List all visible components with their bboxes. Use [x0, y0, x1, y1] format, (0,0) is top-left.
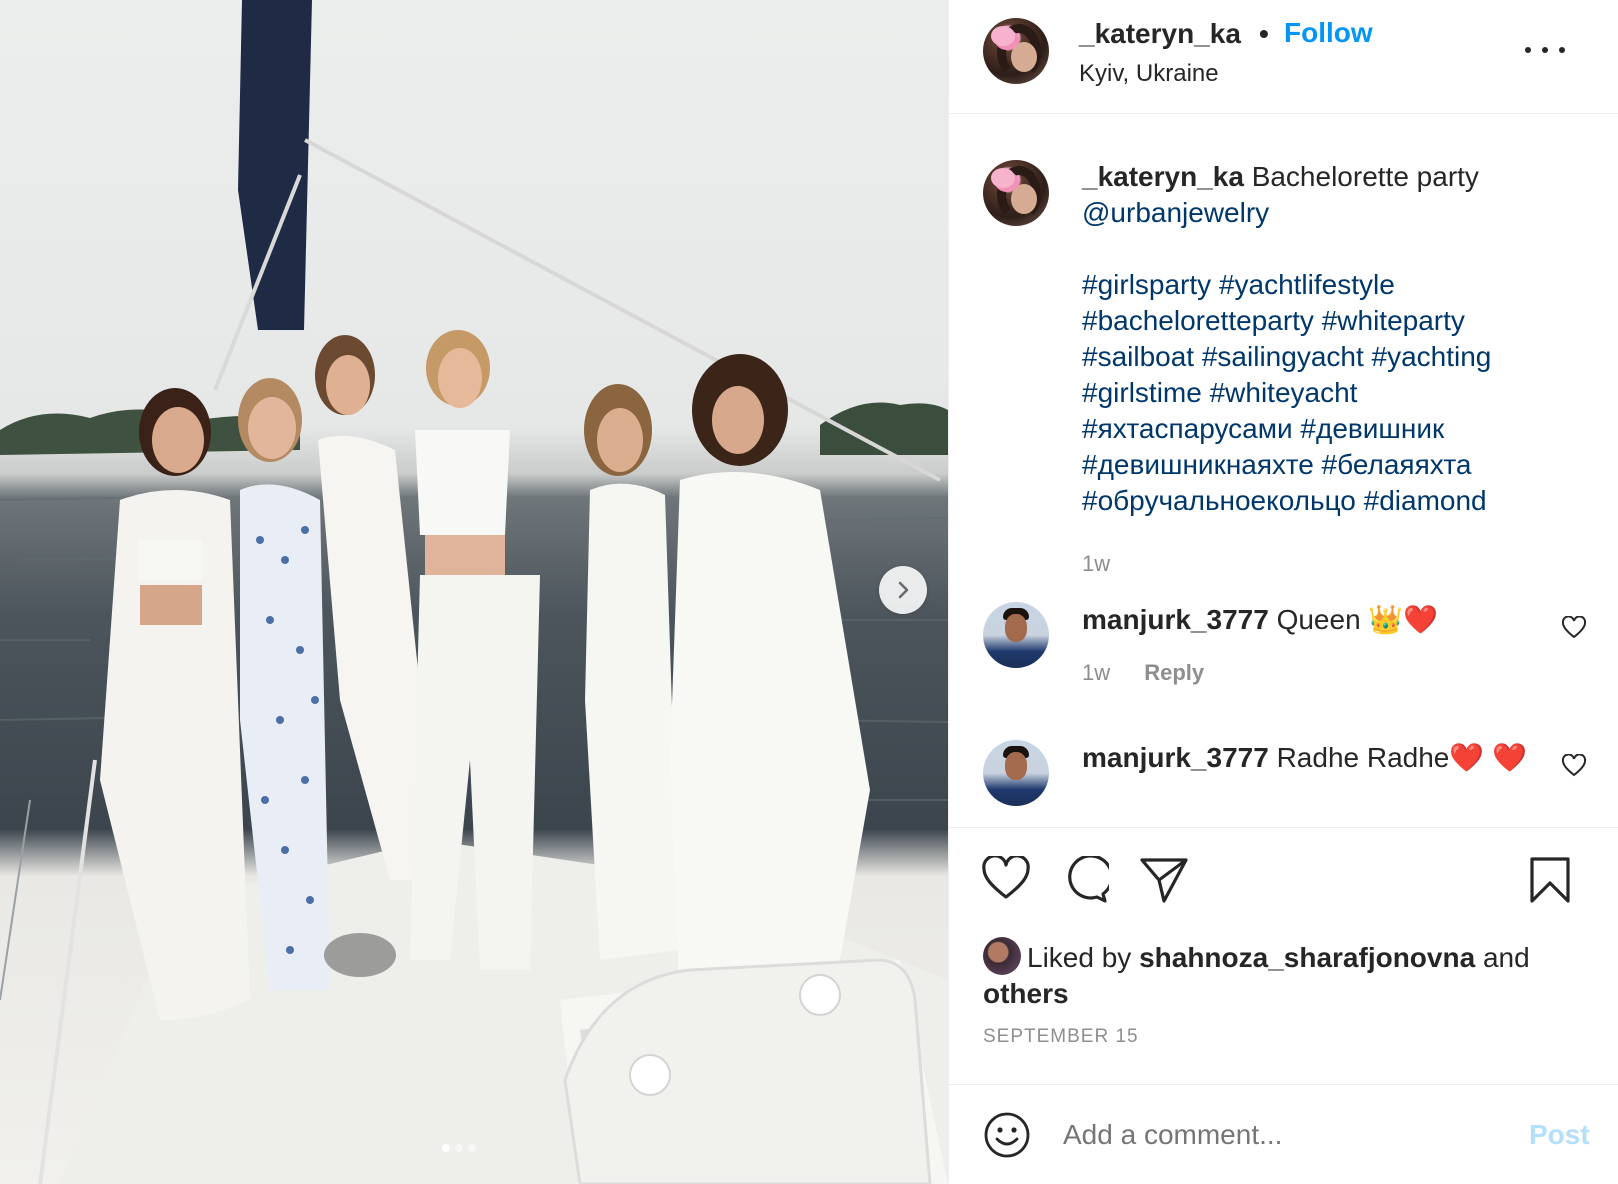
share-send-icon[interactable] — [1139, 856, 1189, 904]
commenter-avatar[interactable] — [983, 602, 1049, 668]
likes-prefix: Liked by — [1027, 942, 1132, 973]
yacht-party-image — [0, 0, 948, 1184]
post-date[interactable]: SEPTEMBER 15 — [983, 1026, 1139, 1048]
more-options-icon[interactable] — [1525, 38, 1565, 62]
header-separator: • — [1259, 18, 1269, 49]
add-comment-bar: Post — [949, 1084, 1618, 1184]
liker-avatar[interactable] — [983, 937, 1021, 975]
comment-like-icon[interactable] — [1561, 754, 1587, 778]
commenter-avatar[interactable] — [983, 740, 1049, 806]
comment-bubble-icon[interactable] — [1061, 856, 1109, 904]
caption-hashtags: #girlsparty #yachtlifestyle #bachelorett… — [1082, 267, 1592, 519]
hashtag-line[interactable]: #girlsparty #yachtlifestyle — [1082, 267, 1592, 303]
chevron-right-icon — [898, 581, 909, 599]
post-comment-button[interactable]: Post — [1529, 1119, 1590, 1151]
comment-input[interactable] — [1063, 1119, 1493, 1151]
post-photo[interactable] — [0, 0, 948, 1184]
carousel-dot-2 — [455, 1144, 463, 1152]
caption-author[interactable]: _kateryn_ka — [1082, 161, 1244, 192]
comment-like-icon[interactable] — [1561, 616, 1587, 640]
comment-body: manjurk_3777 Radhe Radhe❤️ ❤️ — [1082, 740, 1542, 776]
author-username[interactable]: _kateryn_ka — [1079, 18, 1241, 50]
comment-body: manjurk_3777 Queen 👑❤️ — [1082, 602, 1542, 638]
comments-scroll-area[interactable]: _kateryn_ka Bachelorette party @urbanjew… — [949, 115, 1618, 827]
carousel-dot-3 — [468, 1144, 476, 1152]
likes-others-link[interactable]: others — [983, 978, 1069, 1009]
hashtag-line[interactable]: #girlstime #whiteyacht — [1082, 375, 1592, 411]
carousel-dot-1 — [442, 1144, 450, 1152]
comment-item: manjurk_3777 Queen 👑❤️ 1w Reply — [949, 602, 1618, 722]
likes-joiner: and — [1482, 942, 1530, 973]
likes-summary: Liked by shahnoza_sharafjonovna and othe… — [983, 937, 1593, 1012]
hashtag-line[interactable]: #sailboat #sailingyacht #yachting — [1082, 339, 1592, 375]
caption-mention[interactable]: @urbanjewelry — [1082, 197, 1269, 228]
liker-username[interactable]: shahnoza_sharafjonovna — [1139, 942, 1475, 973]
emoji-smiley-icon[interactable] — [983, 1111, 1031, 1159]
comment-text: Queen 👑❤️ — [1276, 604, 1439, 635]
caption-timestamp: 1w — [1082, 551, 1111, 576]
comment-meta: 1w Reply — [1082, 660, 1204, 686]
hashtag-line[interactable]: #яхтаспарусами #девишник — [1082, 411, 1592, 447]
comment-item: manjurk_3777 Radhe Radhe❤️ ❤️ — [949, 740, 1618, 827]
next-slide-button[interactable] — [879, 566, 927, 614]
hashtag-line[interactable]: #bacheloretteparty #whiteparty — [1082, 303, 1592, 339]
carousel-indicator — [442, 1144, 476, 1152]
commenter-username[interactable]: manjurk_3777 — [1082, 604, 1269, 635]
author-avatar[interactable] — [983, 18, 1049, 84]
follow-button[interactable]: Follow — [1284, 17, 1373, 49]
post-location[interactable]: Kyiv, Ukraine — [1079, 60, 1219, 88]
post-action-bar — [949, 827, 1618, 927]
post-header: _kateryn_ka • Follow Kyiv, Ukraine — [949, 0, 1618, 114]
hashtag-line[interactable]: #девишникнаяхте #белаяяхта — [1082, 447, 1592, 483]
save-bookmark-icon[interactable] — [1529, 856, 1571, 904]
comment-text: Radhe Radhe❤️ ❤️ — [1276, 742, 1527, 773]
reply-button[interactable]: Reply — [1144, 660, 1204, 685]
post-side-panel: _kateryn_ka • Follow Kyiv, Ukraine _kate… — [948, 0, 1618, 1184]
caption-author-avatar[interactable] — [983, 160, 1049, 226]
post-caption: _kateryn_ka Bachelorette party @urbanjew… — [1082, 159, 1592, 519]
commenter-username[interactable]: manjurk_3777 — [1082, 742, 1269, 773]
like-heart-icon[interactable] — [981, 856, 1031, 902]
hashtag-line[interactable]: #обручальноекольцо #diamond — [1082, 483, 1592, 519]
caption-text: Bachelorette party — [1251, 161, 1479, 192]
comment-timestamp: 1w — [1082, 660, 1111, 685]
